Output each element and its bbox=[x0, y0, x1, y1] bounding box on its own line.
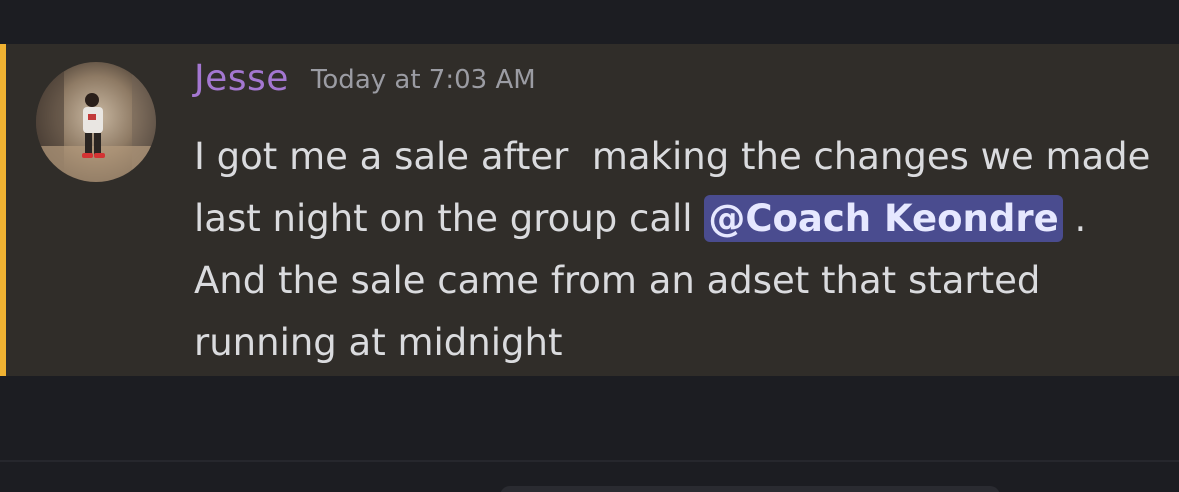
message-header: Jesse Today at 7:03 AM bbox=[194, 58, 536, 99]
divider bbox=[0, 460, 1179, 462]
user-mention[interactable]: @Coach Keondre bbox=[704, 195, 1063, 242]
username[interactable]: Jesse bbox=[194, 58, 289, 99]
chat-view: Jesse Today at 7:03 AM I got me a sale af… bbox=[0, 0, 1179, 492]
timestamp: Today at 7:03 AM bbox=[310, 65, 536, 95]
mention-highlight-bar bbox=[0, 44, 6, 376]
avatar[interactable] bbox=[36, 62, 156, 182]
avatar-photo-icon bbox=[36, 62, 156, 182]
chat-message[interactable]: Jesse Today at 7:03 AM I got me a sale af… bbox=[0, 44, 1179, 376]
message-composer[interactable] bbox=[500, 486, 1000, 492]
message-content: I got me a sale after making the changes… bbox=[194, 126, 1164, 374]
